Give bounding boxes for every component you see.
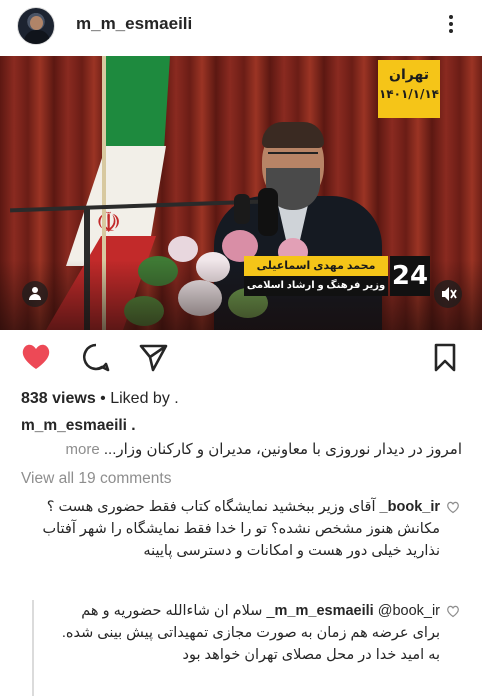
views-line: 838 views • Liked by . [21, 390, 179, 408]
comment-icon[interactable] [79, 340, 113, 374]
speaker-title: وزیر فرهنگ و ارشاد اسلامی [246, 280, 386, 291]
caption-username[interactable]: m_m_esmaeili . [21, 417, 136, 435]
post-video[interactable]: ☫ تهران ۱۴۰۱/۱/۱۴ محمد مهدی اسماعیلی وزی… [0, 56, 482, 330]
bookmark-icon[interactable] [428, 340, 462, 374]
channel-logo: 24 [390, 256, 430, 296]
muted-speaker-icon[interactable] [434, 280, 462, 308]
reply-handle[interactable]: m_m_esmaeili [275, 603, 374, 619]
avatar-body [24, 30, 50, 44]
post-header: m_m_esmaeili [0, 0, 482, 52]
heart-filled-icon[interactable] [19, 340, 53, 374]
avatar[interactable] [17, 7, 55, 45]
view-all-comments-link[interactable]: View all 19 comments [21, 470, 171, 488]
comment-reply: m_m_esmaeili @book_ir_ سلام ان شاءالله ح… [50, 600, 440, 666]
reply-thread-line [32, 600, 34, 696]
liked-by[interactable]: • Liked by . [96, 390, 179, 407]
location-badge: تهران ۱۴۰۱/۱/۱۴ [378, 60, 440, 118]
speaker-hair [262, 122, 324, 148]
speaker-name: محمد مهدی اسماعیلی [244, 256, 388, 276]
post-username[interactable]: m_m_esmaeili [76, 14, 192, 34]
more-vertical-icon[interactable] [446, 12, 456, 38]
heart-outline-icon[interactable] [446, 500, 460, 514]
comment-handle[interactable]: book_ir_ [380, 499, 440, 515]
caption-body: امروز در دیدار نوروزی با معاونین، مدیران… [103, 441, 462, 458]
views-count[interactable]: 838 views [21, 390, 96, 407]
location-date: ۱۴۰۱/۱/۱۴ [378, 87, 440, 101]
comment: book_ir_ آقای وزیر ببخشید نمایشگاه کتاب … [16, 496, 440, 562]
heart-outline-icon[interactable] [446, 604, 460, 618]
caption-more-link[interactable]: more [66, 441, 100, 458]
caption-text: امروز در دیدار نوروزی با معاونین، مدیران… [22, 440, 462, 458]
avatar-face [30, 16, 43, 30]
location-city: تهران [389, 66, 429, 82]
action-bar [0, 336, 482, 380]
speaker-lower-third: محمد مهدی اسماعیلی وزیر فرهنگ و ارشاد اس… [244, 256, 388, 296]
user-tag-icon[interactable] [22, 281, 48, 307]
send-icon[interactable] [136, 340, 170, 374]
speaker-glasses [268, 152, 318, 166]
